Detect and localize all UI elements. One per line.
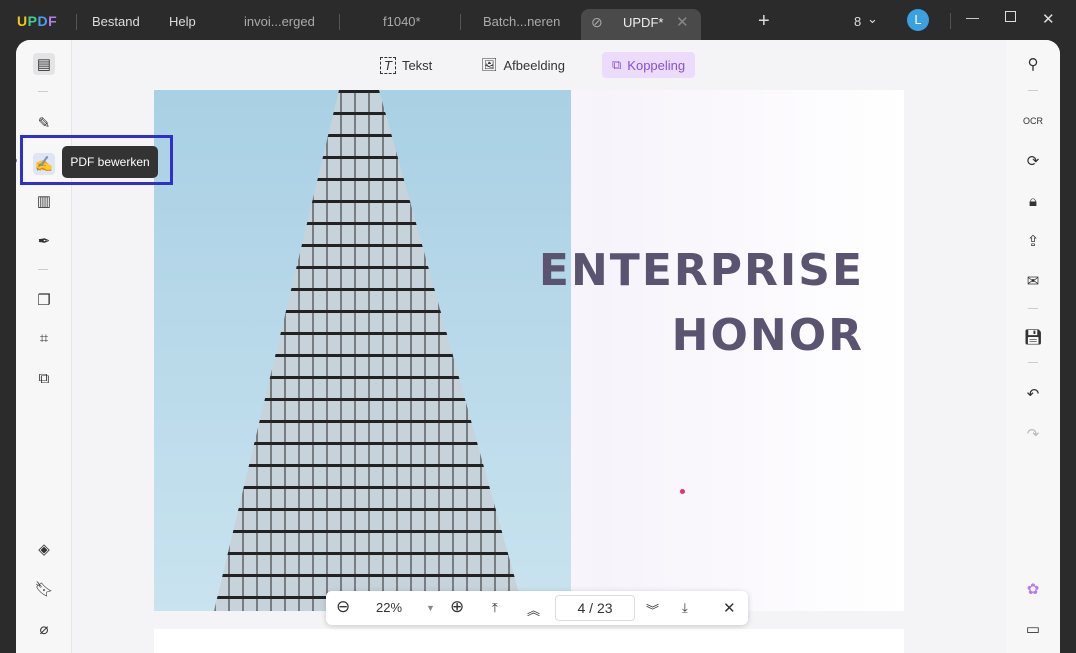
tool-text[interactable]: T Tekst xyxy=(370,52,442,78)
share-icon[interactable]: ⇪ xyxy=(1022,230,1044,252)
convert-icon[interactable]: ⟳ xyxy=(1022,150,1044,172)
tab-label: UPDF* xyxy=(623,15,664,30)
left-sidebar: ▤ ✎ ✍ ▥ ✒ ❐ ⌗ ⧉ ◈ 🔖︎ ⌀ xyxy=(16,40,72,653)
last-page-icon[interactable]: ⤓ xyxy=(682,600,688,616)
zoom-out-icon[interactable]: ⊖ xyxy=(336,597,350,617)
close-tab-icon[interactable]: ✕ xyxy=(676,13,689,31)
organize-pages-icon[interactable]: ❐ xyxy=(33,289,55,311)
page-navigation-bar: ⊖ 22% ▼ ⊕ ⤒ ︽ 4 / 23 ︾ ⤓ ✕ xyxy=(326,591,748,625)
crop-icon[interactable]: ⌗ xyxy=(33,327,55,349)
attachment-icon[interactable]: ⌀ xyxy=(33,618,55,640)
search-icon[interactable]: ⚲ xyxy=(1022,53,1044,75)
tool-image[interactable]: 🖼︎ Afbeelding xyxy=(471,52,575,78)
title-bar: UPDF Bestand Help invoi...erged f1040* B… xyxy=(0,0,1076,40)
zoom-dropdown-icon[interactable]: ▼ xyxy=(426,603,435,613)
fill-sign-icon[interactable]: ✒ xyxy=(33,230,55,252)
text-icon: T xyxy=(380,56,396,74)
active-indicator xyxy=(16,158,17,163)
tab-batch[interactable]: Batch...neren xyxy=(483,14,560,29)
mail-icon[interactable]: ✉ xyxy=(1022,270,1044,292)
tab-updf[interactable]: ⊘ UPDF* ✕ xyxy=(581,9,701,40)
reader-icon[interactable]: ▤ xyxy=(33,53,55,75)
close-nav-icon[interactable]: ✕ xyxy=(723,599,736,617)
page-number-input[interactable]: 4 / 23 xyxy=(555,595,635,621)
unsync-icon: ⊘ xyxy=(591,14,603,30)
window-count[interactable]: 8 xyxy=(854,14,861,29)
page-heading-line2: HONOR xyxy=(671,310,864,361)
tool-link-label: Koppeling xyxy=(627,57,686,73)
comment-icon[interactable]: ▭ xyxy=(1022,618,1044,640)
tab-f1040[interactable]: f1040* xyxy=(383,14,421,29)
save-icon[interactable]: 💾︎ xyxy=(1022,326,1044,348)
minimize-button[interactable]: — xyxy=(966,10,979,25)
previous-page-icon[interactable]: ︽ xyxy=(527,600,540,619)
right-sidebar: ⚲ OCR ⟳ 🔒︎ ⇪ ✉ 💾︎ ↶ ↷ ✿ ▭ xyxy=(1006,40,1060,653)
new-tab-button[interactable]: + xyxy=(758,10,770,33)
tool-link[interactable]: ⧉ Koppeling xyxy=(602,52,696,78)
ai-assistant-icon[interactable]: ✿ xyxy=(1022,578,1044,600)
next-pdf-page[interactable] xyxy=(154,629,904,653)
layers-icon[interactable]: ◈ xyxy=(33,538,55,560)
image-icon: 🖼︎ xyxy=(481,57,498,72)
comment-highlighter-icon[interactable]: ✎ xyxy=(33,112,55,134)
pink-dot xyxy=(680,489,685,494)
tool-image-label: Afbeelding xyxy=(503,57,565,73)
building-photo xyxy=(154,90,571,611)
menu-help[interactable]: Help xyxy=(169,14,196,29)
watermark-icon[interactable]: ⧉ xyxy=(33,367,55,389)
bookmark-icon[interactable]: 🔖︎ xyxy=(33,578,55,600)
main-panel: ▤ ✎ ✍ ▥ ✒ ❐ ⌗ ⧉ ◈ 🔖︎ ⌀ T Tekst 🖼︎ Afbeeldi… xyxy=(16,40,1060,653)
ocr-icon[interactable]: OCR xyxy=(1022,110,1044,132)
page-layout-icon[interactable]: ▥ xyxy=(33,190,55,212)
undo-icon[interactable]: ↶ xyxy=(1022,383,1044,405)
zoom-level[interactable]: 22% xyxy=(376,600,402,615)
tooltip: PDF bewerken xyxy=(62,146,158,178)
tab-invoice[interactable]: invoi...erged xyxy=(244,14,315,29)
page-heading-line1: ENTERPRISE xyxy=(538,245,864,296)
protect-icon[interactable]: 🔒︎ xyxy=(1022,190,1044,212)
tool-text-label: Tekst xyxy=(401,57,433,73)
chevron-down-icon[interactable]: ⌄ xyxy=(867,11,878,27)
link-icon: ⧉ xyxy=(612,57,622,72)
first-page-icon[interactable]: ⤒ xyxy=(492,600,498,616)
next-page-icon[interactable]: ︾ xyxy=(646,600,659,619)
maximize-button[interactable] xyxy=(1005,11,1016,22)
menu-bestand[interactable]: Bestand xyxy=(92,14,140,29)
redo-icon[interactable]: ↷ xyxy=(1022,423,1044,445)
zoom-in-icon[interactable]: ⊕ xyxy=(450,597,464,617)
updf-logo: UPDF xyxy=(17,13,58,29)
avatar[interactable]: L xyxy=(907,9,929,31)
close-window-button[interactable]: ✕ xyxy=(1042,10,1055,28)
pdf-page[interactable]: ENTERPRISE HONOR xyxy=(154,90,904,611)
